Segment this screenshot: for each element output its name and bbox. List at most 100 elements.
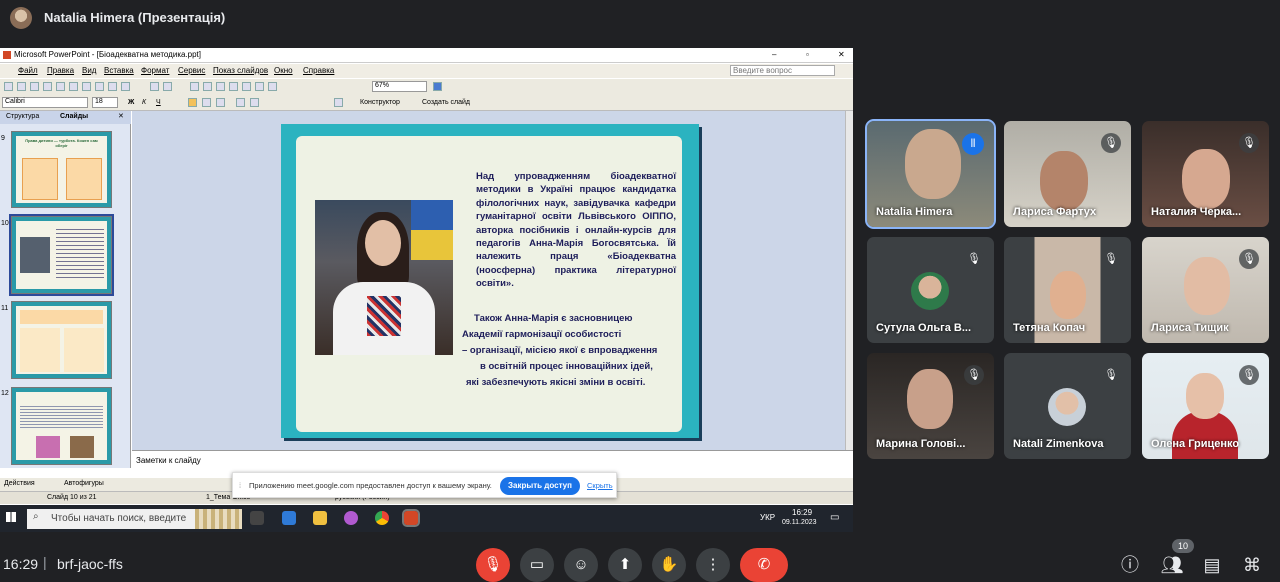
leave-call-button[interactable]: ✆ bbox=[740, 548, 788, 582]
show-formatting-icon[interactable] bbox=[255, 82, 264, 91]
menu-format[interactable]: Формат bbox=[141, 66, 169, 75]
participant-name: Тетяна Копач bbox=[1013, 322, 1086, 334]
present-screen-button[interactable]: ⬆ bbox=[608, 548, 642, 582]
open-icon[interactable] bbox=[17, 82, 26, 91]
more-options-button[interactable]: ⋮ bbox=[696, 548, 730, 582]
keyboard-language[interactable]: УКР bbox=[760, 513, 775, 522]
participant-tile[interactable]: 🎙︎ Сутула Ольга В... bbox=[867, 237, 994, 343]
slide-thumbnail-selected[interactable] bbox=[9, 214, 114, 296]
participant-tile[interactable]: ⦀ Natalia Himera bbox=[865, 119, 996, 229]
mic-off-icon: 🎙︎ bbox=[1239, 133, 1259, 153]
menu-help[interactable]: Справка bbox=[303, 66, 334, 75]
actions-button[interactable]: Действия bbox=[4, 480, 35, 487]
task-view-icon[interactable] bbox=[250, 511, 264, 525]
tab-outline[interactable]: Структура bbox=[6, 113, 39, 120]
maximize-icon[interactable]: ▫ bbox=[806, 50, 809, 59]
participant-tile[interactable]: 🎙︎ Тетяна Копач bbox=[1004, 237, 1131, 343]
chrome-icon[interactable] bbox=[375, 511, 389, 525]
new-icon[interactable] bbox=[4, 82, 13, 91]
autoshapes-button[interactable]: Автофигуры bbox=[64, 480, 104, 487]
zoom-select[interactable]: 67% bbox=[372, 81, 427, 92]
insert-picture-icon[interactable] bbox=[229, 82, 238, 91]
slide-thumbnail[interactable] bbox=[11, 301, 112, 379]
underline-button[interactable]: Ч bbox=[156, 99, 161, 106]
participant-tile[interactable]: 🎙︎ Лариса Тищик bbox=[1142, 237, 1269, 343]
meeting-code[interactable]: brf-jaoc-ffs bbox=[57, 556, 123, 572]
participant-name: Олена Гриценко bbox=[1151, 438, 1240, 450]
align-right-icon[interactable] bbox=[216, 98, 225, 107]
menu-view[interactable]: Вид bbox=[82, 66, 96, 75]
share-banner-text: Приложению meet.google.com предоставлен … bbox=[249, 481, 492, 490]
tab-slides[interactable]: Слайды bbox=[60, 113, 88, 120]
taskbar-time[interactable]: 16:29 bbox=[792, 508, 812, 517]
table-icon[interactable] bbox=[203, 82, 212, 91]
slide-thumbnail[interactable] bbox=[11, 387, 112, 465]
drag-handle-icon[interactable]: ⁞ bbox=[239, 481, 241, 490]
save-icon[interactable] bbox=[30, 82, 39, 91]
cut-icon[interactable] bbox=[82, 82, 91, 91]
new-slide-button[interactable]: Создать слайд bbox=[422, 99, 470, 106]
font-select[interactable]: Calibri bbox=[2, 97, 88, 108]
windows-start-icon[interactable] bbox=[6, 512, 16, 522]
mic-toggle-button[interactable]: 🎙︎ bbox=[476, 548, 510, 582]
menu-slideshow[interactable]: Показ слайдов bbox=[213, 66, 268, 75]
chat-icon[interactable]: ▤ bbox=[1200, 553, 1224, 577]
participant-tile[interactable]: 🎙︎ Natali Zimenkova bbox=[1004, 353, 1131, 459]
italic-button[interactable]: К bbox=[142, 99, 146, 106]
store-icon[interactable] bbox=[282, 511, 296, 525]
participant-tile[interactable]: 🎙︎ Марина Голові... bbox=[867, 353, 994, 459]
people-icon[interactable]: 👥︎ bbox=[1160, 553, 1184, 577]
viber-icon[interactable] bbox=[344, 511, 358, 525]
vertical-scrollbar[interactable] bbox=[845, 111, 853, 493]
copy-icon[interactable] bbox=[95, 82, 104, 91]
bullets-icon[interactable] bbox=[250, 98, 259, 107]
panel-close-icon[interactable]: ✕ bbox=[118, 112, 124, 120]
help-icon[interactable] bbox=[433, 82, 442, 91]
emoji-reaction-button[interactable]: ☺ bbox=[564, 548, 598, 582]
format-painter-icon[interactable] bbox=[121, 82, 130, 91]
stop-sharing-button[interactable]: Закрыть доступ bbox=[500, 477, 580, 495]
menu-insert[interactable]: Вставка bbox=[104, 66, 134, 75]
menu-edit[interactable]: Правка bbox=[47, 66, 74, 75]
participant-tile[interactable]: 🎙︎ Олена Гриценко bbox=[1142, 353, 1269, 459]
paste-icon[interactable] bbox=[108, 82, 117, 91]
notification-icon[interactable]: ▭ bbox=[830, 512, 839, 523]
slide-thumbnail[interactable]: Права дитини — турбота. Кожен сам оберіг bbox=[11, 131, 112, 208]
align-left-icon[interactable] bbox=[188, 98, 197, 107]
menu-tools[interactable]: Сервис bbox=[178, 66, 205, 75]
grid-icon[interactable] bbox=[268, 82, 277, 91]
help-search-input[interactable]: Введите вопрос bbox=[730, 65, 835, 76]
file-explorer-icon[interactable] bbox=[313, 511, 327, 525]
preview-icon[interactable] bbox=[56, 82, 65, 91]
taskbar-date[interactable]: 09.11.2023 bbox=[782, 519, 817, 526]
participant-tile[interactable]: 🎙︎ Лариса Фартух bbox=[1004, 121, 1131, 227]
spelling-icon[interactable] bbox=[69, 82, 78, 91]
menu-window[interactable]: Окно bbox=[274, 66, 293, 75]
activities-icon[interactable]: ⌘ bbox=[1240, 553, 1264, 577]
numbering-icon[interactable] bbox=[236, 98, 245, 107]
minimize-icon[interactable]: – bbox=[772, 50, 776, 59]
menu-file[interactable]: Файл bbox=[18, 66, 38, 75]
taskbar-search[interactable]: ⌕ Чтобы начать поиск, введите bbox=[27, 509, 242, 529]
font-color-icon[interactable] bbox=[334, 98, 343, 107]
color-grayscale-icon[interactable] bbox=[242, 82, 251, 91]
current-slide[interactable]: Над упровадженням біоадекватної методики… bbox=[281, 124, 699, 438]
chart-icon[interactable] bbox=[190, 82, 199, 91]
meeting-info-icon[interactable]: ⓘ bbox=[1118, 553, 1142, 577]
powerpoint-taskbar-icon[interactable] bbox=[402, 509, 420, 527]
align-center-icon[interactable] bbox=[202, 98, 211, 107]
hide-banner-link[interactable]: Скрыть bbox=[587, 481, 613, 490]
tables-borders-icon[interactable] bbox=[216, 82, 225, 91]
raise-hand-button[interactable]: ✋ bbox=[652, 548, 686, 582]
participant-tile[interactable]: 🎙︎ Наталия Черка... bbox=[1142, 121, 1269, 227]
undo-icon[interactable] bbox=[150, 82, 159, 91]
slide-number: 10 bbox=[1, 220, 9, 227]
redo-icon[interactable] bbox=[163, 82, 172, 91]
font-size-select[interactable]: 18 bbox=[92, 97, 118, 108]
camera-toggle-button[interactable]: ▭ bbox=[520, 548, 554, 582]
participant-name: Марина Голові... bbox=[876, 438, 966, 450]
print-icon[interactable] bbox=[43, 82, 52, 91]
bold-button[interactable]: Ж bbox=[128, 99, 134, 106]
close-icon[interactable]: ✕ bbox=[838, 50, 845, 59]
designer-button[interactable]: Конструктор bbox=[360, 99, 400, 106]
